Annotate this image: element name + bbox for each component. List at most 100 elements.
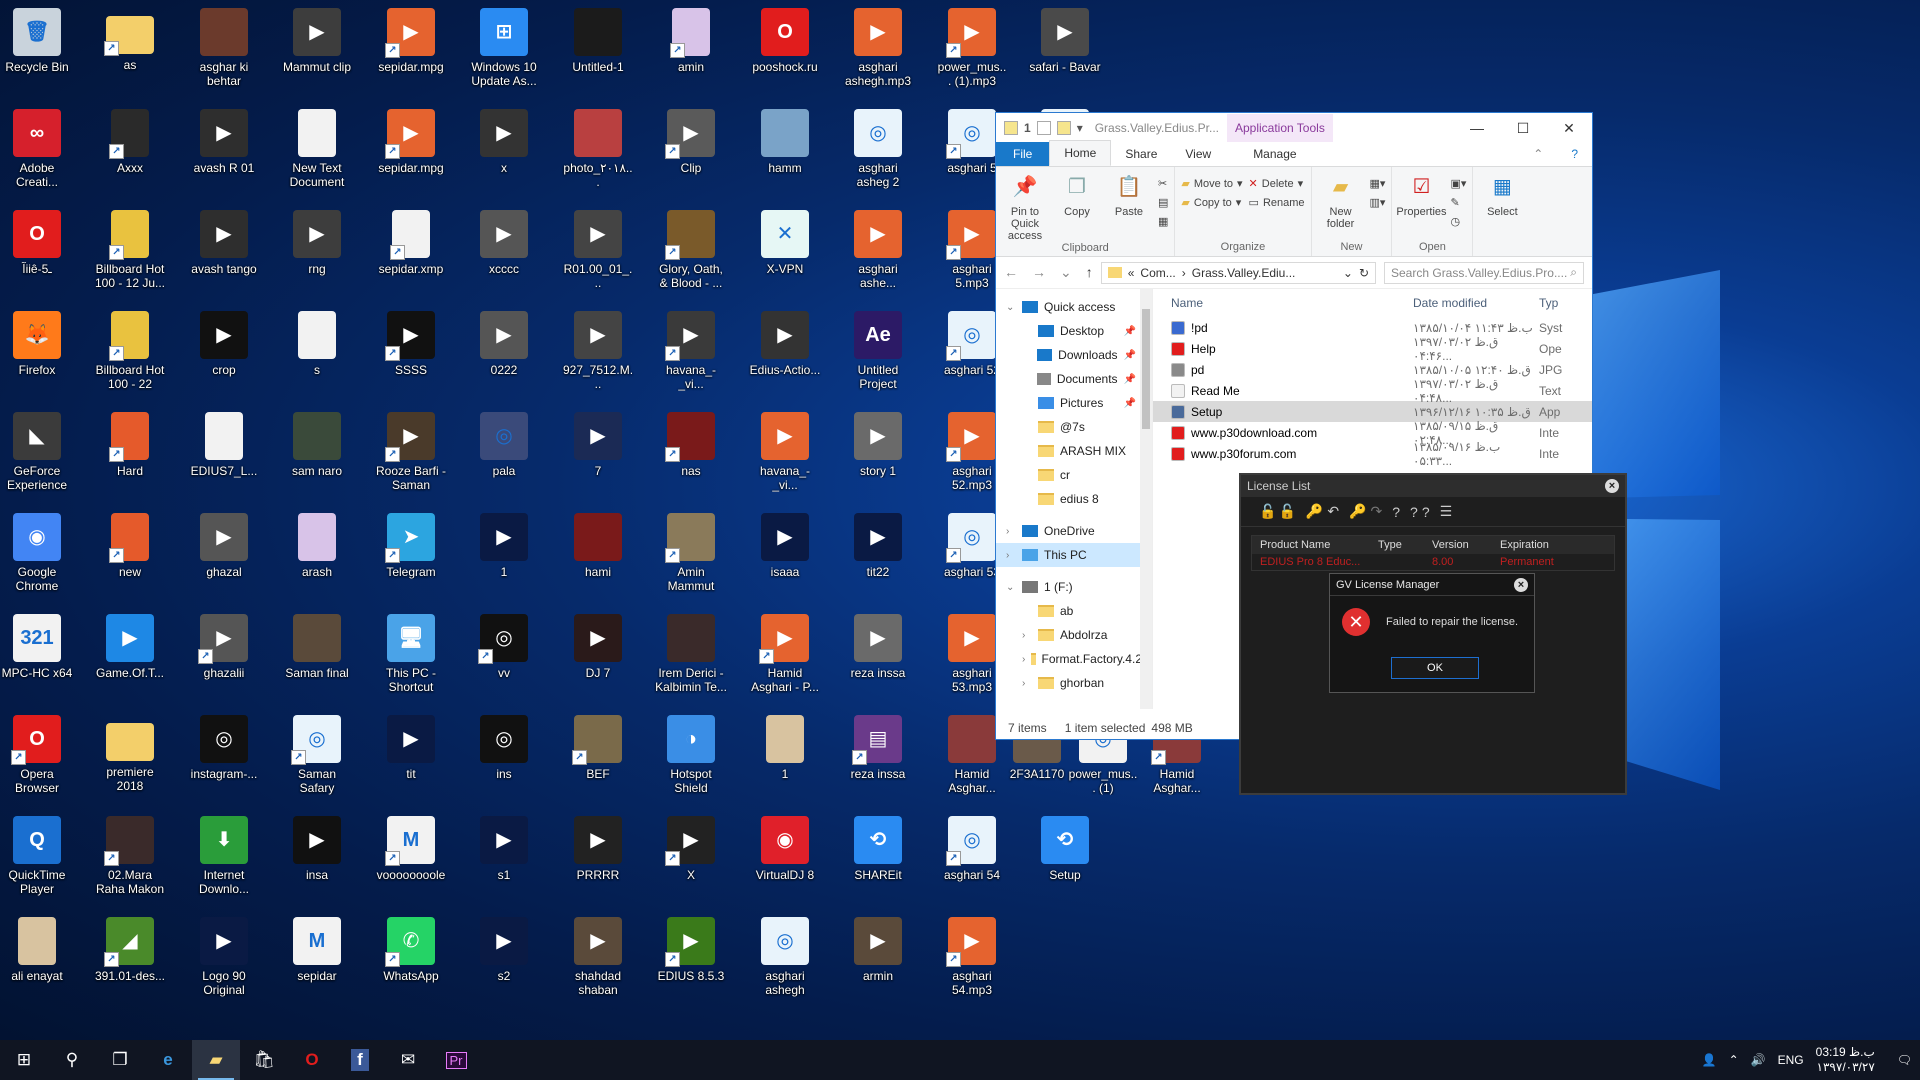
open-icon[interactable]: ▣▾ bbox=[1450, 177, 1466, 190]
desktop-icon[interactable]: hami bbox=[561, 509, 635, 607]
pin-icon[interactable]: 📌 bbox=[1124, 398, 1136, 409]
desktop-icon[interactable]: sam naro bbox=[280, 408, 354, 506]
recent-chevron-icon[interactable]: ⌄ bbox=[1060, 264, 1072, 281]
desktop-icon[interactable]: Untitled-1 bbox=[561, 4, 635, 102]
desktop-icon[interactable]: ali enayat bbox=[0, 913, 74, 1011]
expand-chevron-icon[interactable]: › bbox=[1022, 630, 1032, 641]
desktop-icon[interactable]: ➤ Telegram bbox=[374, 509, 448, 607]
online-help-icon[interactable]: ? bbox=[1392, 504, 1400, 520]
desktop-icon[interactable]: ▶ 927_7512.M... bbox=[561, 307, 635, 405]
license-info-icon[interactable]: ? bbox=[1422, 504, 1430, 520]
column-expiration[interactable]: Expiration bbox=[1492, 539, 1582, 551]
desktop-icon[interactable]: ▶Hamid Asghari - P... bbox=[748, 610, 822, 708]
desktop-icon[interactable]: asghar ki behtar bbox=[187, 4, 261, 102]
copy-to-button[interactable]: ▰ Copy to ▾ bbox=[1181, 196, 1242, 210]
rename-button[interactable]: ▭ Rename bbox=[1249, 196, 1305, 210]
desktop-icon[interactable]: ▶ tit22 bbox=[841, 509, 915, 607]
desktop-icon[interactable]: s bbox=[280, 307, 354, 405]
desktop-icon[interactable]: ◑ Hotspot Shield bbox=[654, 711, 728, 809]
nav-item[interactable]: @7s bbox=[996, 415, 1152, 439]
desktop-icon[interactable]: ▶ tit bbox=[374, 711, 448, 809]
tab-home[interactable]: Home bbox=[1049, 140, 1112, 166]
desktop-icon[interactable]: ▶ EDIUS 8.5.3 bbox=[654, 913, 728, 1011]
desktop-icon[interactable]: ◣ GeForce Experience bbox=[0, 408, 74, 506]
nav-item[interactable]: › OneDrive bbox=[996, 519, 1152, 543]
nav-item[interactable]: ⌄ 1 (F:) bbox=[996, 575, 1152, 599]
desktop-icon[interactable]: ▶ Game.Of.T... bbox=[93, 610, 167, 708]
desktop-icon[interactable]: ▶ sepidar.mpg bbox=[374, 4, 448, 102]
desktop-icon[interactable]: ▶ s1 bbox=[467, 812, 541, 910]
expand-chevron-icon[interactable]: › bbox=[1006, 526, 1016, 537]
quick-access-toolbar[interactable]: 1 ▾ bbox=[1004, 121, 1083, 135]
desktop-icon[interactable]: ▶ Clip bbox=[654, 105, 728, 203]
desktop-icon[interactable]: ▶ reza inssa bbox=[841, 610, 915, 708]
desktop-icon[interactable]: ▶ 1 bbox=[467, 509, 541, 607]
desktop-icon[interactable]: BEF bbox=[561, 711, 635, 809]
pin-to-quick-access-button[interactable]: 📌 Pin to Quick access bbox=[1002, 171, 1048, 242]
column-version[interactable]: Version bbox=[1424, 539, 1492, 551]
tab-manage[interactable]: Manage bbox=[1239, 142, 1310, 166]
breadcrumb-folder[interactable]: Grass.Valley.Ediu... bbox=[1192, 266, 1296, 280]
desktop-icon[interactable]: ▶ ghazalii bbox=[187, 610, 261, 708]
desktop-icon[interactable]: ▶ shahdad shaban bbox=[561, 913, 635, 1011]
desktop-icon[interactable]: ▶ Mammut clip bbox=[280, 4, 354, 102]
nav-scroll-thumb[interactable] bbox=[1142, 309, 1150, 429]
close-button[interactable]: × bbox=[1514, 577, 1528, 592]
list-view-icon[interactable]: ☰ bbox=[1440, 503, 1453, 520]
desktop-icon[interactable]: Saman final bbox=[280, 610, 354, 708]
desktop-icon[interactable]: ▶ asghari ashegh.mp3 bbox=[841, 4, 915, 102]
desktop-icon[interactable]: Irem Derici - Kalbimin Te... bbox=[654, 610, 728, 708]
desktop-icon[interactable]: 🦊 Firefox bbox=[0, 307, 74, 405]
title-bar[interactable]: 1 ▾ Grass.Valley.Edius.Pr... Application… bbox=[996, 113, 1592, 143]
desktop-icon[interactable]: ▶ x bbox=[467, 105, 541, 203]
desktop-icon[interactable]: ▶ avash tango bbox=[187, 206, 261, 304]
notifications-icon[interactable]: 🗨 bbox=[1897, 1053, 1912, 1067]
desktop-icon[interactable]: ▶ 0222 bbox=[467, 307, 541, 405]
desktop-icon[interactable]: ▶ 7 bbox=[561, 408, 635, 506]
desktop-icon[interactable]: ◎ asghari asheg 2 bbox=[841, 105, 915, 203]
expand-chevron-icon[interactable]: ⌄ bbox=[1006, 582, 1016, 593]
nav-scrollbar[interactable] bbox=[1140, 289, 1152, 709]
nav-item[interactable]: ⌄ Quick access bbox=[996, 295, 1152, 319]
tab-file[interactable]: File bbox=[996, 142, 1050, 166]
select-button[interactable]: ▦ Select bbox=[1479, 171, 1525, 253]
nav-item[interactable]: cr bbox=[996, 463, 1152, 487]
desktop-icon[interactable]: hamm bbox=[748, 105, 822, 203]
file-explorer-icon[interactable]: ▰ bbox=[192, 1040, 240, 1080]
desktop-icon[interactable]: New Text Document bbox=[280, 105, 354, 203]
desktop-icon[interactable]: ▶X bbox=[654, 812, 728, 910]
nav-item[interactable]: Documents 📌 bbox=[996, 367, 1152, 391]
tab-view[interactable]: View bbox=[1171, 142, 1225, 166]
close-button[interactable]: × bbox=[1605, 479, 1619, 493]
desktop-icon[interactable]: O آiiê-ـ5 bbox=[0, 206, 74, 304]
expand-chevron-icon[interactable]: › bbox=[1022, 678, 1032, 689]
clock[interactable]: 03:19 ب.ظ ۱۳۹۷/۰۳/۲۷ bbox=[1816, 1045, 1875, 1075]
desktop-icon[interactable]: ▶ Logo 90 Original bbox=[187, 913, 261, 1011]
column-name[interactable]: Name bbox=[1153, 296, 1413, 310]
new-item-icon[interactable]: ▦▾ bbox=[1370, 177, 1386, 190]
paste-button[interactable]: 📋 Paste bbox=[1106, 171, 1152, 242]
pin-icon[interactable]: 📌 bbox=[1124, 350, 1136, 361]
file-row[interactable]: Help ۱۳۹۷/۰۳/۰۲ ق.ظ ۰۴:۴۶... Ope bbox=[1153, 335, 1592, 363]
column-date-modified[interactable]: Date modified bbox=[1413, 296, 1539, 310]
file-row[interactable]: www.p30forum.com ۱۳۸۵/۰۹/۱۶ ب.ظ ۰۵:۳۳... I… bbox=[1153, 440, 1592, 468]
desktop-icon[interactable]: ◎ vv bbox=[467, 610, 541, 708]
desktop-icon[interactable]: ⟲ Setup bbox=[1028, 812, 1102, 910]
desktop-icon[interactable]: new bbox=[93, 509, 167, 607]
desktop-icon[interactable]: ▶ isaaa bbox=[748, 509, 822, 607]
refresh-icon[interactable]: ↻ bbox=[1359, 266, 1369, 280]
desktop-icon[interactable]: ▶ SSSS bbox=[374, 307, 448, 405]
easy-access-icon[interactable]: ▥▾ bbox=[1370, 196, 1386, 209]
gv-license-manager-dialog[interactable]: GV License Manager × ✕ Failed to repair … bbox=[1329, 573, 1535, 693]
desktop-icon[interactable]: Axxx bbox=[93, 105, 167, 203]
start-button[interactable]: ⊞ bbox=[0, 1040, 48, 1080]
opera-icon[interactable]: O bbox=[288, 1040, 336, 1080]
maximize-button[interactable]: ☐ bbox=[1500, 113, 1546, 143]
column-product-name[interactable]: Product Name bbox=[1252, 539, 1370, 551]
desktop-icon[interactable]: ⬇ Internet Downlo... bbox=[187, 812, 261, 910]
nav-item[interactable]: Downloads 📌 bbox=[996, 343, 1152, 367]
nav-item[interactable]: ab bbox=[996, 599, 1152, 623]
desktop-icon[interactable]: ⊞ Windows 10 Update As... bbox=[467, 4, 541, 102]
transfer-license-icon[interactable]: ↷ bbox=[1370, 503, 1382, 520]
desktop-icon[interactable]: Ae Untitled Project bbox=[841, 307, 915, 405]
